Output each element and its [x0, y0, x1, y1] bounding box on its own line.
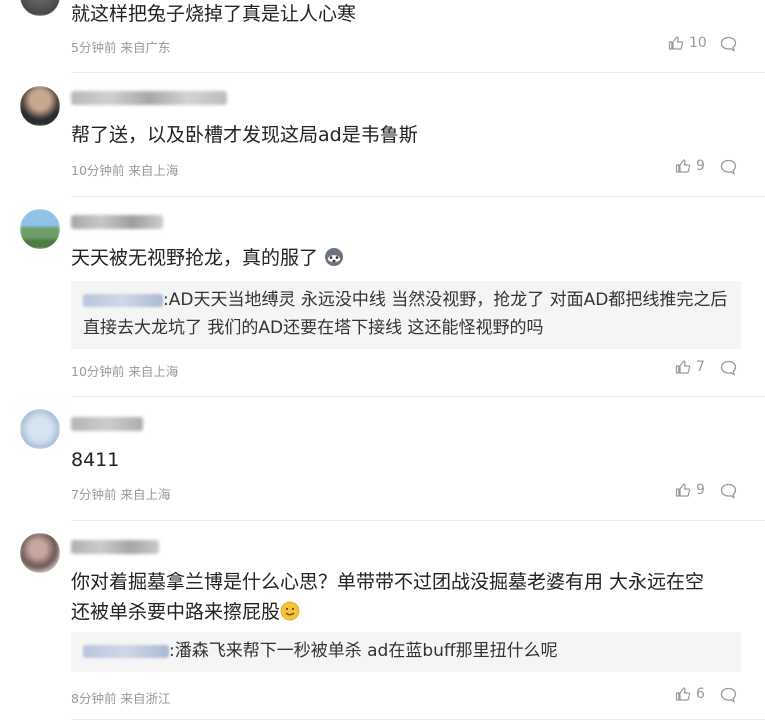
divider: [71, 520, 765, 521]
comment-time: 10分钟前: [71, 364, 125, 379]
comment-bubble-icon[interactable]: [720, 483, 737, 499]
comment-location: 来自上海: [120, 487, 171, 502]
avatar[interactable]: [20, 409, 60, 449]
comment-location: 来自广东: [120, 40, 171, 55]
thumbs-up-icon: [675, 687, 691, 701]
thumbs-up-icon: [675, 483, 691, 497]
comment-location: 来自浙江: [120, 691, 171, 706]
comment-text-line: 你对着掘墓拿兰博是什么心思？单带带不过团战没掘墓老婆有用 大永远在空: [71, 571, 705, 593]
divider: [71, 719, 765, 720]
like-count: 9: [696, 482, 705, 498]
comment-text: 就这样把兔子烧掉了真是让人心寒: [71, 3, 357, 25]
username[interactable]: [71, 540, 159, 554]
comment-time: 10分钟前: [71, 163, 125, 178]
comment-bubble-icon[interactable]: [720, 36, 737, 52]
comment-time: 7分钟前: [71, 487, 117, 502]
smile-emoji-icon: [280, 601, 300, 621]
husky-emoji-icon: [325, 248, 344, 266]
comment-bubble-icon[interactable]: [720, 159, 737, 175]
reply-text: :潘森飞来帮下一秒被单杀 ad在蓝buff那里扭什么呢: [169, 641, 558, 661]
comment-location: 来自上海: [128, 163, 179, 178]
thumbs-up-icon: [668, 36, 684, 50]
reply-username[interactable]: [83, 293, 163, 307]
like-count: 7: [696, 359, 705, 375]
like-count: 6: [696, 686, 705, 702]
comment-location: 来自上海: [128, 364, 179, 379]
avatar[interactable]: [20, 0, 60, 16]
comment-text-body: 天天被无视野抢龙，真的服了: [71, 247, 319, 269]
reply-text: :AD天天当地缚灵 永远没中线 当然没视野，抢龙了 对面AD都把线推完之后直接去…: [83, 290, 728, 338]
comment-text: 帮了送，以及卧槽才发现这局ad是韦鲁斯: [71, 124, 418, 146]
username[interactable]: [71, 417, 143, 431]
like-count: 10: [689, 35, 707, 51]
like-button[interactable]: 9: [675, 158, 705, 174]
like-button[interactable]: 9: [675, 482, 705, 498]
like-button[interactable]: 10: [668, 35, 707, 51]
comment-meta: 7分钟前 来自上海: [71, 484, 174, 503]
divider: [71, 72, 765, 73]
avatar[interactable]: [20, 533, 60, 573]
sub-reply: :AD天天当地缚灵 永远没中线 当然没视野，抢龙了 对面AD都把线推完之后直接去…: [71, 281, 741, 349]
comment-text-body: 还被单杀要中路来擦屁股: [71, 601, 281, 623]
comment-bubble-icon[interactable]: [720, 360, 737, 376]
username[interactable]: [71, 215, 163, 229]
thumbs-up-icon: [675, 159, 691, 173]
comment-time: 8分钟前: [71, 691, 117, 706]
divider: [71, 196, 765, 197]
comment-meta: 10分钟前 来自上海: [71, 361, 182, 380]
reply-username[interactable]: [83, 644, 169, 658]
like-button[interactable]: 6: [675, 686, 705, 702]
comment-text: 你对着掘墓拿兰博是什么心思？单带带不过团战没掘墓老婆有用 大永远在空 还被单杀要…: [71, 567, 751, 627]
like-button[interactable]: 7: [675, 359, 705, 375]
avatar[interactable]: [20, 86, 60, 126]
comment-text: 天天被无视野抢龙，真的服了: [71, 243, 751, 273]
comment-meta: 8分钟前 来自浙江: [71, 688, 174, 707]
username[interactable]: [71, 91, 227, 105]
comment-time: 5分钟前: [71, 40, 117, 55]
comment-meta: 5分钟前 来自广东: [71, 37, 174, 56]
comment-text: 8411: [71, 449, 120, 471]
divider: [71, 396, 765, 397]
sub-reply: :潘森飞来帮下一秒被单杀 ad在蓝buff那里扭什么呢: [71, 632, 741, 672]
avatar[interactable]: [20, 209, 60, 249]
comment-bubble-icon[interactable]: [720, 687, 737, 703]
like-count: 9: [696, 158, 705, 174]
comment-meta: 10分钟前 来自上海: [71, 160, 182, 179]
thumbs-up-icon: [675, 360, 691, 374]
comment-text-line: 还被单杀要中路来擦屁股: [71, 597, 751, 627]
